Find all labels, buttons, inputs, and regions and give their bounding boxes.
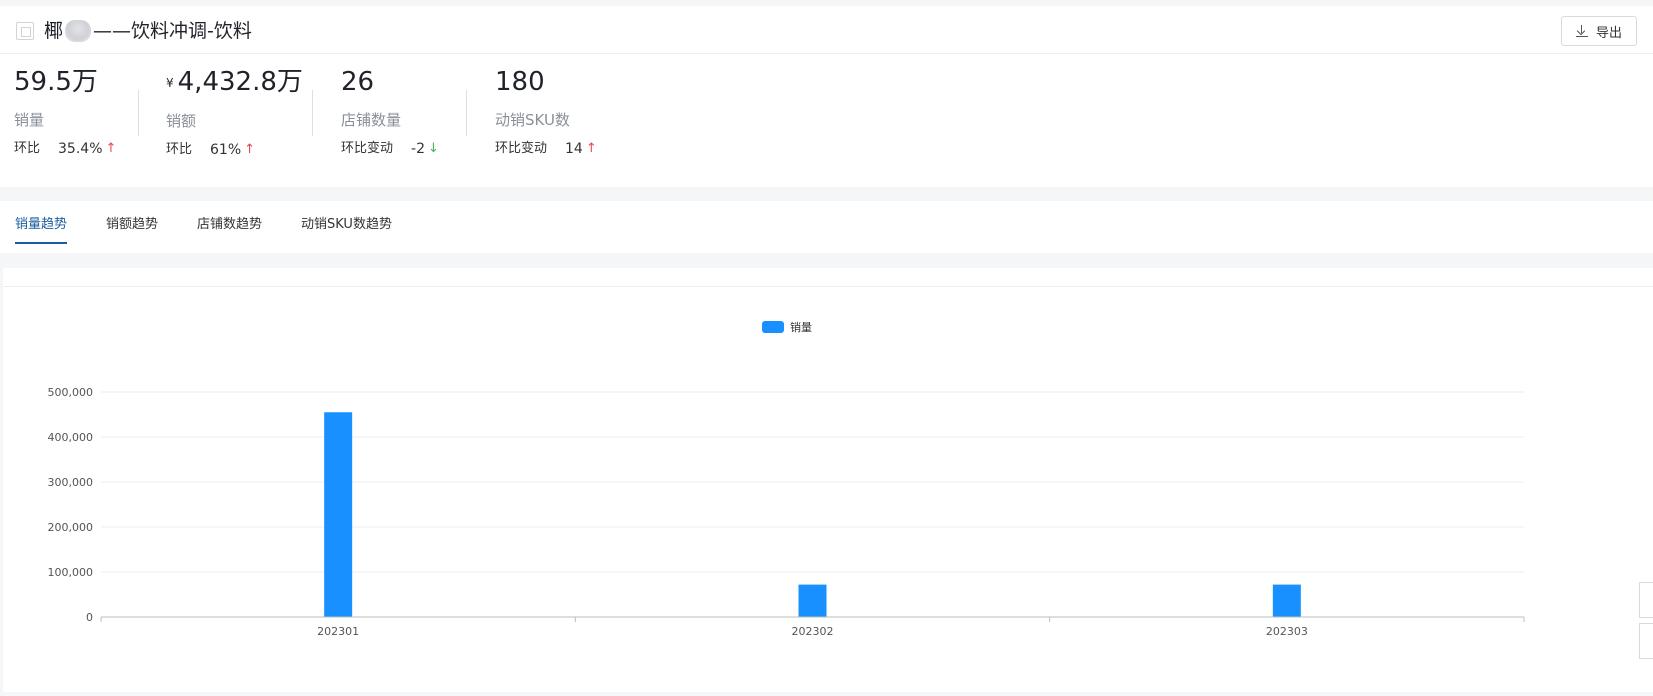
tab-sales-amount-trend[interactable]: 销额趋势	[106, 213, 158, 242]
sales-volume-bar-chart: 0 100,000 200,000 300,000 400,000 500,000 2023…	[48, 320, 1525, 638]
metric-value: ¥4,432.8万	[166, 67, 303, 97]
divider	[138, 90, 139, 136]
y-tick-label: 0	[86, 611, 93, 624]
download-icon	[1575, 25, 1588, 37]
y-tick-label: 100,000	[48, 566, 94, 579]
metrics-panel: 59.5万 销量 环比 35.4% ↑ ¥4,432.8万 销额 环比 61% …	[0, 54, 1653, 187]
metric-label: 动销SKU数	[495, 111, 570, 129]
metric-label: 店铺数量	[341, 111, 402, 129]
arrow-up-icon: ↑	[105, 141, 117, 156]
bar-202302[interactable]	[798, 584, 827, 617]
chart-panel: 0 100,000 200,000 300,000 400,000 500,000 2023…	[3, 268, 1653, 692]
export-button[interactable]: 导出	[1560, 16, 1637, 46]
tab-sku-count-trend[interactable]: 动销SKU数趋势	[301, 213, 392, 242]
arrow-up-icon: ↑	[585, 141, 597, 156]
side-tool-button[interactable]	[1639, 582, 1653, 618]
y-tick-label: 500,000	[48, 386, 94, 399]
metric-value: 180	[495, 67, 545, 97]
metric-compare: 环比变动 -2 ↓	[341, 141, 439, 157]
arrow-up-icon: ↑	[244, 141, 256, 157]
bar-202301[interactable]	[324, 412, 353, 617]
redacted-text	[65, 20, 92, 42]
export-label: 导出	[1595, 24, 1622, 40]
divider	[312, 90, 313, 136]
x-tick-label: 202303	[1266, 625, 1308, 638]
product-image-icon	[16, 22, 34, 40]
trend-tabs: 销量趋势 销额趋势 店铺数趋势 动销SKU数趋势	[0, 201, 1653, 253]
metric-label: 销额	[166, 111, 197, 130]
side-tool-button[interactable]	[1639, 623, 1653, 659]
legend-swatch	[762, 321, 784, 333]
metric-value: 59.5万	[14, 67, 98, 97]
page-header: 椰 ——饮料冲调-饮料 导出	[0, 6, 1653, 54]
metric-sku-count: 180 动销SKU数 环比变动 14 ↑	[495, 54, 597, 158]
title-suffix: ——饮料冲调-饮料	[93, 20, 252, 42]
tab-sales-volume-trend[interactable]: 销量趋势	[15, 213, 68, 244]
metric-label: 销量	[14, 111, 45, 129]
metric-compare: 环比变动 14 ↑	[495, 141, 597, 157]
divider	[466, 90, 467, 136]
x-tick-label: 202301	[317, 625, 359, 638]
y-tick-label: 400,000	[48, 431, 94, 444]
metric-compare: 环比 61% ↑	[166, 141, 256, 158]
metric-compare: 环比 35.4% ↑	[14, 141, 117, 157]
legend-label: 销量	[790, 320, 812, 334]
title-prefix: 椰	[44, 20, 64, 42]
y-tick-label: 200,000	[48, 521, 94, 534]
x-tick-label: 202302	[792, 625, 834, 638]
bar-202303[interactable]	[1272, 584, 1301, 617]
metric-value: 26	[341, 67, 375, 97]
page-title: 椰 ——饮料冲调-饮料	[44, 18, 252, 44]
y-tick-label: 300,000	[48, 476, 94, 489]
metric-store-count: 26 店铺数量 环比变动 -2 ↓	[341, 54, 439, 158]
metric-sales-amount: ¥4,432.8万 销额 环比 61% ↑	[166, 54, 303, 159]
arrow-down-icon: ↓	[427, 141, 439, 156]
metric-sales-volume: 59.5万 销量 环比 35.4% ↑	[14, 54, 116, 158]
tab-store-count-trend[interactable]: 店铺数趋势	[197, 213, 262, 242]
